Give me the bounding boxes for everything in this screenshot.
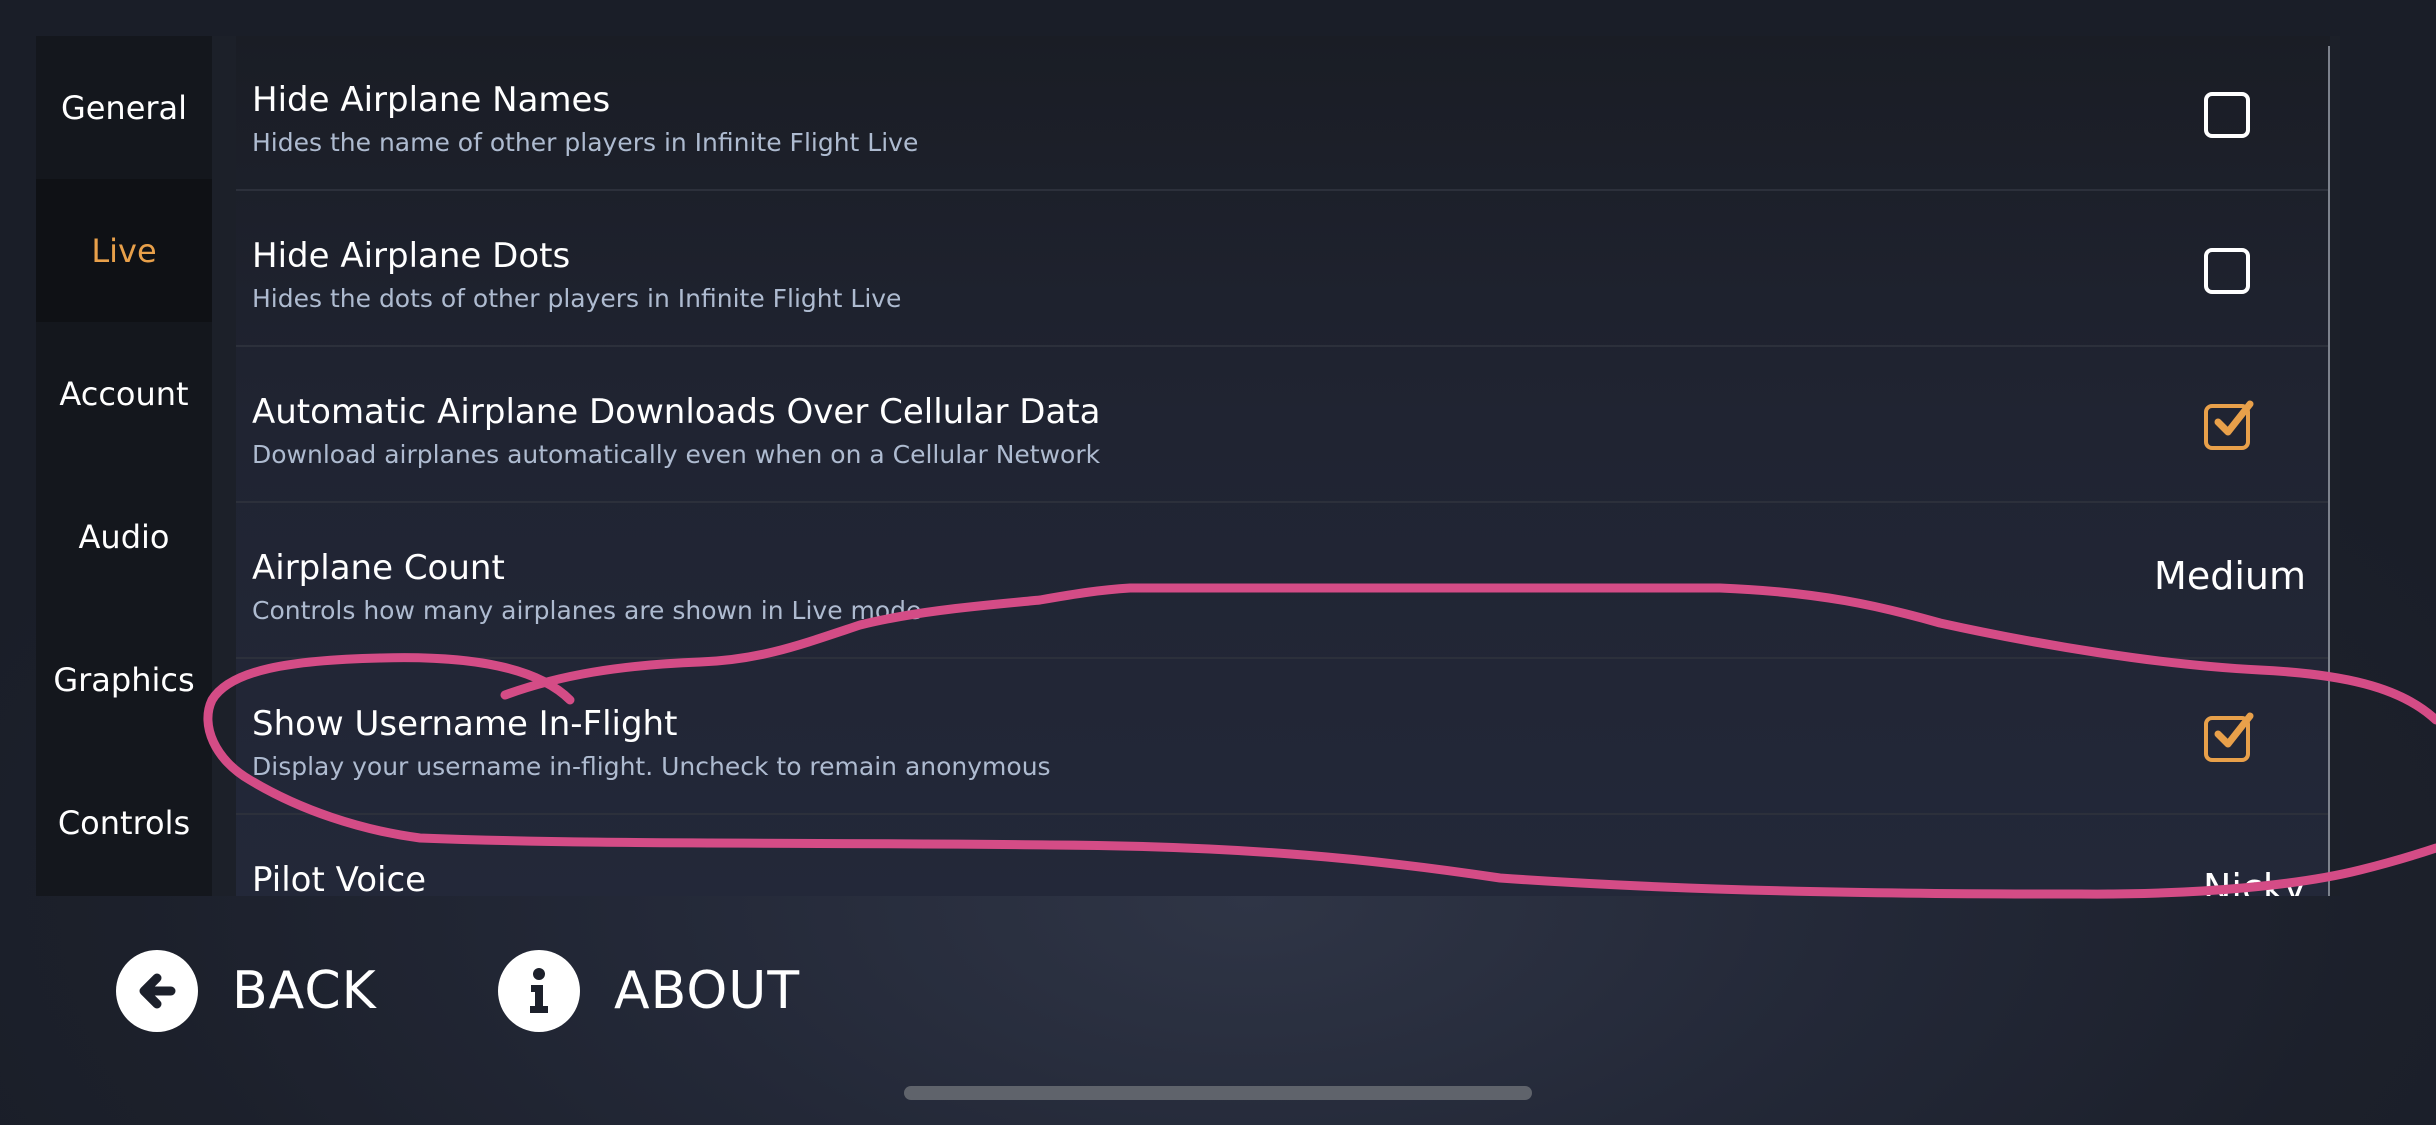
sidebar-item-label: General: [60, 88, 188, 127]
setting-description: Display your username in-flight. Uncheck…: [252, 752, 1051, 781]
sidebar-item-label: Controls: [57, 803, 191, 842]
setting-description: Hides the dots of other players in Infin…: [252, 284, 902, 313]
sidebar-item-controls[interactable]: Controls: [36, 751, 212, 894]
setting-title: Hide Airplane Dots: [252, 236, 571, 276]
sidebar-item-label: Audio: [78, 517, 170, 556]
sidebar-item-label: Graphics: [53, 660, 195, 699]
setting-row-show-username[interactable]: Show Username In-Flight Display your use…: [236, 660, 2330, 815]
settings-list: Hide Airplane Names Hides the name of ot…: [236, 36, 2330, 896]
pilot-voice-value[interactable]: Nicky: [2203, 866, 2306, 896]
sidebar-item-live[interactable]: Live: [36, 179, 212, 322]
setting-description: Controls how many airplanes are shown in…: [252, 596, 922, 625]
setting-row-hide-airplane-names[interactable]: Hide Airplane Names Hides the name of ot…: [236, 36, 2330, 191]
hide-airplane-names-checkbox[interactable]: [2204, 92, 2250, 138]
show-username-checkbox[interactable]: [2204, 712, 2254, 762]
setting-row-cellular-downloads[interactable]: Automatic Airplane Downloads Over Cellul…: [236, 348, 2330, 503]
settings-sidebar: General Live Account Audio Graphics Cont…: [36, 36, 212, 896]
setting-row-hide-airplane-dots[interactable]: Hide Airplane Dots Hides the dots of oth…: [236, 192, 2330, 347]
about-button[interactable]: ABOUT: [498, 950, 800, 1032]
setting-row-pilot-voice[interactable]: Pilot Voice Nicky: [236, 816, 2330, 896]
about-label: ABOUT: [614, 961, 801, 1021]
setting-title: Hide Airplane Names: [252, 80, 611, 120]
sidebar-item-general[interactable]: General: [36, 36, 212, 179]
sidebar-item-account[interactable]: Account: [36, 322, 212, 465]
sidebar-item-audio[interactable]: Audio: [36, 465, 212, 608]
checkmark-icon: [2214, 712, 2254, 748]
sidebar-item-label: Account: [59, 374, 189, 413]
back-button[interactable]: BACK: [116, 950, 377, 1032]
info-circle-icon: [498, 950, 580, 1032]
airplane-count-value[interactable]: Medium: [2154, 554, 2306, 598]
settings-panel: General Live Account Audio Graphics Cont…: [36, 36, 2340, 896]
checkmark-icon: [2214, 400, 2254, 436]
back-label: BACK: [232, 961, 377, 1021]
scrollbar[interactable]: [2328, 46, 2330, 896]
setting-description: Download airplanes automatically even wh…: [252, 440, 1101, 469]
setting-title: Show Username In-Flight: [252, 704, 678, 744]
setting-title: Airplane Count: [252, 548, 505, 588]
setting-row-airplane-count[interactable]: Airplane Count Controls how many airplan…: [236, 504, 2330, 659]
home-indicator[interactable]: [904, 1086, 1532, 1100]
sidebar-item-label: Live: [91, 231, 157, 270]
arrow-left-circle-icon: [116, 950, 198, 1032]
setting-title: Pilot Voice: [252, 860, 427, 896]
sidebar-item-graphics[interactable]: Graphics: [36, 608, 212, 751]
cellular-downloads-checkbox[interactable]: [2204, 400, 2254, 450]
setting-description: Hides the name of other players in Infin…: [252, 128, 919, 157]
setting-title: Automatic Airplane Downloads Over Cellul…: [252, 392, 1101, 432]
hide-airplane-dots-checkbox[interactable]: [2204, 248, 2250, 294]
